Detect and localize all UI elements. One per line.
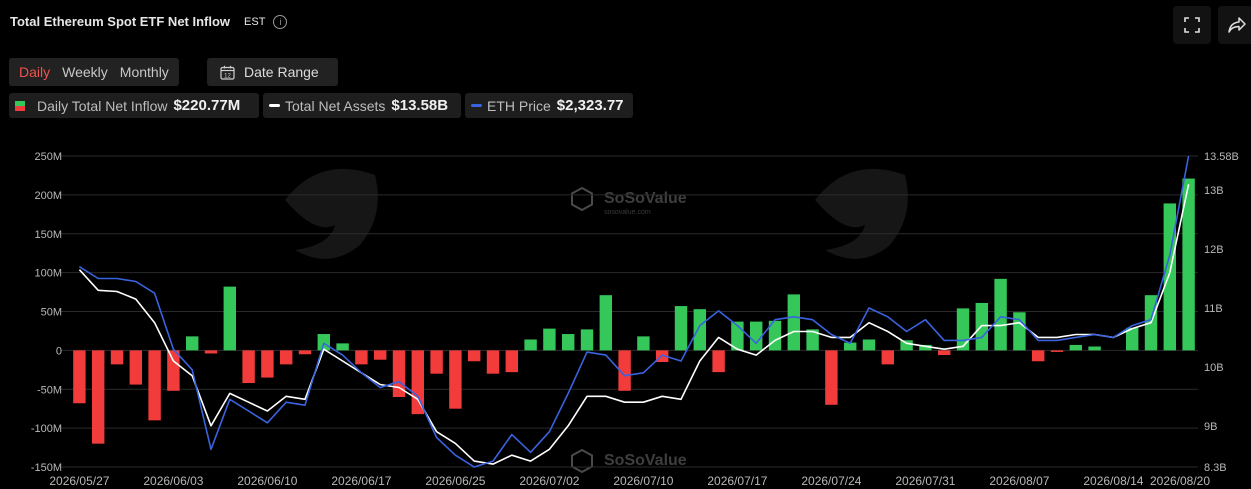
inflow-bar[interactable] xyxy=(373,350,387,360)
inflow-bar[interactable] xyxy=(543,328,556,351)
y-right-tick-label: 8.3B xyxy=(1204,462,1227,474)
inflow-bar[interactable] xyxy=(825,350,838,405)
x-tick-label: 2026/06/17 xyxy=(331,474,391,488)
x-tick-label: 2026/06/25 xyxy=(425,474,485,488)
y-left-tick-label: 200M xyxy=(34,190,62,202)
y-left-tick-label: 50M xyxy=(41,307,62,319)
y-left-tick-label: -100M xyxy=(31,423,62,435)
y-left-tick-label: 100M xyxy=(34,268,62,280)
inflow-bar[interactable] xyxy=(91,350,105,444)
inflow-bar[interactable] xyxy=(561,334,575,351)
inflow-bar[interactable] xyxy=(148,350,161,421)
inflow-bar[interactable] xyxy=(223,286,237,351)
inflow-bar[interactable] xyxy=(1163,203,1177,351)
y-left-tick-label: 250M xyxy=(34,151,62,163)
watermark-bottom: SoSoValue xyxy=(571,448,687,474)
inflow-bar[interactable] xyxy=(749,321,763,351)
x-tick-label: 2026/05/27 xyxy=(49,474,109,488)
inflow-bar[interactable] xyxy=(524,339,537,351)
y-left-tick-label: -150M xyxy=(31,462,62,474)
x-tick-label: 2026/07/17 xyxy=(707,474,767,488)
y-left-tick-label: 0 xyxy=(56,345,62,357)
inflow-bar[interactable] xyxy=(449,350,462,409)
inflow-bar[interactable] xyxy=(787,294,801,351)
inflow-bar[interactable] xyxy=(242,350,255,384)
inflow-bar[interactable] xyxy=(712,350,725,373)
inflow-bar[interactable] xyxy=(881,350,895,365)
inflow-bar[interactable] xyxy=(862,339,876,351)
x-tick-label: 2026/08/20 xyxy=(1150,474,1210,488)
watermark-brand-2: SoSoValue xyxy=(604,452,687,469)
y-right-tick-label: 11B xyxy=(1204,303,1223,315)
inflow-bar[interactable] xyxy=(467,350,481,362)
inflow-bar[interactable] xyxy=(486,350,500,374)
inflow-bar[interactable] xyxy=(430,350,443,374)
inflow-bar[interactable] xyxy=(185,336,199,351)
inflow-bar[interactable] xyxy=(1013,312,1026,351)
watermark-center: SoSoValue sosovalue.com xyxy=(571,186,687,216)
inflow-bar[interactable] xyxy=(1088,346,1101,351)
inflow-bar[interactable] xyxy=(580,329,594,351)
inflow-bar[interactable] xyxy=(1050,350,1064,352)
inflow-bar[interactable] xyxy=(956,308,970,351)
y-right-tick-label: 9B xyxy=(1204,421,1217,433)
inflow-bar[interactable] xyxy=(937,350,951,356)
inflow-bar[interactable] xyxy=(261,350,274,378)
x-tick-label: 2026/08/07 xyxy=(989,474,1049,488)
inflow-bar[interactable] xyxy=(505,350,519,373)
y-left-tick-label: 150M xyxy=(34,229,62,241)
y-right-tick-label: 10B xyxy=(1204,362,1224,374)
y-right-tick-label: 12B xyxy=(1204,244,1224,256)
inflow-bar[interactable] xyxy=(693,309,707,351)
x-tick-label: 2026/07/24 xyxy=(801,474,861,488)
inflow-bar[interactable] xyxy=(1031,350,1045,362)
x-tick-label: 2026/08/14 xyxy=(1083,474,1143,488)
inflow-bar[interactable] xyxy=(994,278,1007,351)
inflow-bar[interactable] xyxy=(204,350,218,354)
inflow-bar[interactable] xyxy=(167,350,180,391)
inflow-bar[interactable] xyxy=(637,336,650,351)
watermark-logo-icon xyxy=(815,168,908,259)
net-inflow-chart: SoSoValue sosovalue.com SoSoValue -150M -… xyxy=(31,151,1239,488)
total-net-assets-line[interactable] xyxy=(78,184,1190,465)
inflow-bar[interactable] xyxy=(599,295,613,351)
x-tick-label: 2026/07/02 xyxy=(519,474,579,488)
x-tick-label: 2026/06/03 xyxy=(143,474,203,488)
inflow-bar[interactable] xyxy=(674,306,688,351)
inflow-bar[interactable] xyxy=(73,350,86,404)
watermark-logo-icon xyxy=(285,168,378,259)
inflow-bar[interactable] xyxy=(336,343,349,351)
watermark-brand: SoSoValue xyxy=(604,190,687,207)
inflow-bar[interactable] xyxy=(317,334,331,351)
x-tick-label: 2026/07/31 xyxy=(895,474,955,488)
inflow-bar[interactable] xyxy=(129,350,143,385)
y-right-tick-label: 13B xyxy=(1204,185,1224,197)
x-tick-label: 2026/06/10 xyxy=(237,474,297,488)
inflow-bar[interactable] xyxy=(355,350,368,365)
inflow-bar[interactable] xyxy=(110,350,124,365)
y-right-tick-label: 13.58B xyxy=(1204,151,1239,163)
watermark-site: sosovalue.com xyxy=(604,209,651,216)
inflow-bar[interactable] xyxy=(298,350,312,355)
inflow-bar[interactable] xyxy=(900,340,913,351)
x-tick-label: 2026/07/10 xyxy=(613,474,673,488)
inflow-bar[interactable] xyxy=(1069,344,1083,351)
y-left-tick-label: -50M xyxy=(37,384,62,396)
inflow-bar[interactable] xyxy=(279,350,293,365)
